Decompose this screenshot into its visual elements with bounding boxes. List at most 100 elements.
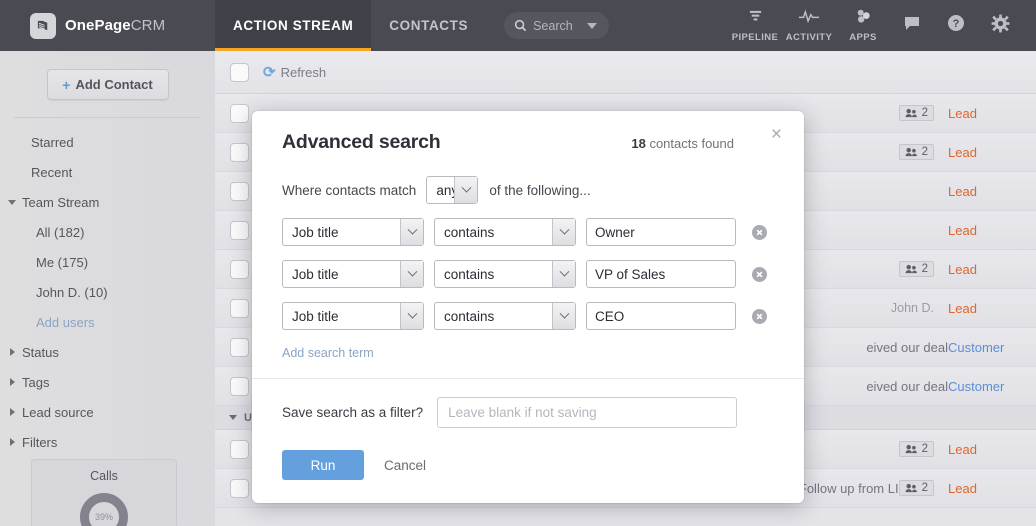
select-all-checkbox[interactable]	[229, 62, 249, 82]
match-type-select[interactable]: any	[426, 176, 479, 204]
row-checkbox[interactable]	[229, 103, 249, 123]
row-meta: Lead	[948, 184, 1036, 199]
nav-activity[interactable]: ACTIVITY	[782, 8, 836, 43]
search-placeholder: Search	[533, 18, 573, 33]
save-filter-label: Save search as a filter?	[282, 405, 424, 420]
sidebar-item-starred[interactable]: Starred	[0, 128, 215, 158]
row-owner: John D.	[890, 301, 934, 315]
term-field-select[interactable]: Job title	[282, 218, 424, 246]
calls-widget-title: Calls	[90, 469, 118, 483]
gear-icon	[991, 14, 1010, 38]
row-meta: Customer	[948, 340, 1036, 355]
advanced-search-dialog: Advanced search 18 contacts found × Wher…	[252, 111, 804, 503]
sidebar-add-users-link[interactable]: Add users	[0, 308, 215, 338]
term-operator-select[interactable]: contains	[434, 218, 576, 246]
sidebar-item-john-d[interactable]: John D. (10)	[0, 278, 215, 308]
row-checkbox[interactable]	[229, 439, 249, 459]
chevron-down-icon[interactable]	[552, 219, 575, 245]
refresh-button[interactable]: ⟳ Refresh	[263, 63, 326, 81]
nav-apps[interactable]: APPS	[836, 9, 890, 43]
term-value-input[interactable]	[586, 260, 736, 288]
tab-contacts[interactable]: CONTACTS	[371, 0, 486, 51]
chevron-down-icon[interactable]	[552, 261, 575, 287]
term-field-value: Job title	[292, 266, 339, 282]
save-filter-input[interactable]	[437, 397, 738, 428]
funnel-icon	[747, 9, 764, 29]
chevron-down-icon[interactable]	[400, 261, 423, 287]
run-button[interactable]: Run	[282, 450, 364, 480]
nav-settings[interactable]	[978, 14, 1022, 38]
sidebar-add-users-label: Add users	[36, 315, 95, 330]
term-field-select[interactable]: Job title	[282, 260, 424, 288]
row-checkbox[interactable]	[229, 376, 249, 396]
sidebar-group-lead-source[interactable]: Lead source	[0, 398, 215, 428]
row-checkbox[interactable]	[229, 478, 249, 498]
remove-term-icon[interactable]	[752, 308, 767, 324]
row-note: Follow up from LI	[798, 480, 899, 496]
status-badge: Lead	[948, 105, 977, 121]
chevron-down-icon[interactable]	[454, 177, 478, 203]
nav-pipeline[interactable]: PIPELINE	[728, 9, 782, 43]
logo-name: OnePage	[65, 17, 131, 34]
row-checkbox[interactable]	[229, 220, 249, 240]
term-value-input[interactable]	[586, 218, 736, 246]
apps-icon	[855, 9, 872, 29]
page-title: Advanced search	[282, 131, 441, 153]
search-input[interactable]: Search	[504, 12, 610, 39]
term-value-input[interactable]	[586, 302, 736, 330]
term-operator-select[interactable]: contains	[434, 260, 576, 288]
dialog-header: Advanced search 18 contacts found ×	[252, 111, 804, 154]
row-checkbox[interactable]	[229, 337, 249, 357]
nav-activity-label: ACTIVITY	[785, 31, 833, 43]
add-contact-button[interactable]: + Add Contact	[46, 69, 169, 100]
people-count-badge: 2	[898, 144, 934, 160]
row-checkbox[interactable]	[229, 181, 249, 201]
save-filter-row: Save search as a filter?	[252, 379, 804, 428]
row-checkbox[interactable]	[229, 298, 249, 318]
chevron-down-icon[interactable]	[552, 303, 575, 329]
app-logo[interactable]: OnePageCRM	[0, 12, 215, 39]
cancel-button[interactable]: Cancel	[384, 458, 426, 473]
sidebar-group-filters[interactable]: Filters	[0, 428, 215, 458]
row-meta: 2 Lead	[898, 144, 1036, 160]
term-operator-value: contains	[444, 224, 495, 240]
sidebar-item-me-label: Me (175)	[36, 255, 89, 270]
chevron-down-icon[interactable]	[400, 219, 423, 245]
sidebar-item-me[interactable]: Me (175)	[0, 248, 215, 278]
status-badge: Lead	[948, 183, 977, 199]
term-field-select[interactable]: Job title	[282, 302, 424, 330]
nav-help[interactable]: ?	[934, 14, 978, 37]
close-icon[interactable]: ×	[765, 121, 788, 148]
sidebar-group-team-stream[interactable]: Team Stream	[0, 188, 215, 218]
chevron-down-icon[interactable]	[587, 22, 598, 29]
row-checkbox[interactable]	[229, 142, 249, 162]
tab-contacts-label: CONTACTS	[389, 18, 469, 33]
calls-widget[interactable]: Calls 39%	[31, 459, 177, 526]
add-search-term-link[interactable]: Add search term	[252, 346, 404, 360]
remove-term-icon[interactable]	[752, 266, 767, 282]
sidebar-item-recent[interactable]: Recent	[0, 158, 215, 188]
nav-chat[interactable]	[890, 15, 934, 37]
chevron-right-icon	[10, 378, 15, 386]
chevron-down-icon	[229, 415, 237, 420]
sidebar-item-all[interactable]: All (182)	[0, 218, 215, 248]
refresh-icon: ⟳	[263, 64, 276, 81]
sidebar-group-tags[interactable]: Tags	[0, 368, 215, 398]
sidebar-item-starred-label: Starred	[31, 135, 74, 150]
calls-donut-value: 39%	[94, 512, 113, 522]
tab-action-stream[interactable]: ACTION STREAM	[215, 0, 372, 51]
row-meta: 2 Lead	[898, 261, 1036, 277]
people-count-badge: 2	[898, 105, 934, 121]
nav-apps-label: APPS	[849, 31, 877, 43]
chevron-down-icon[interactable]	[400, 303, 423, 329]
term-operator-select[interactable]: contains	[434, 302, 576, 330]
nav-pipeline-label: PIPELINE	[731, 31, 779, 43]
row-checkbox[interactable]	[229, 259, 249, 279]
remove-term-icon[interactable]	[752, 224, 767, 240]
status-badge: Lead	[948, 300, 977, 316]
top-navbar: OnePageCRM ACTION STREAM CONTACTS Search…	[0, 0, 1036, 51]
match-prefix-label: Where contacts match	[282, 182, 417, 198]
row-meta: Customer	[948, 379, 1036, 394]
row-meta: 2 Lead	[898, 480, 1036, 496]
sidebar-group-status[interactable]: Status	[0, 338, 215, 368]
